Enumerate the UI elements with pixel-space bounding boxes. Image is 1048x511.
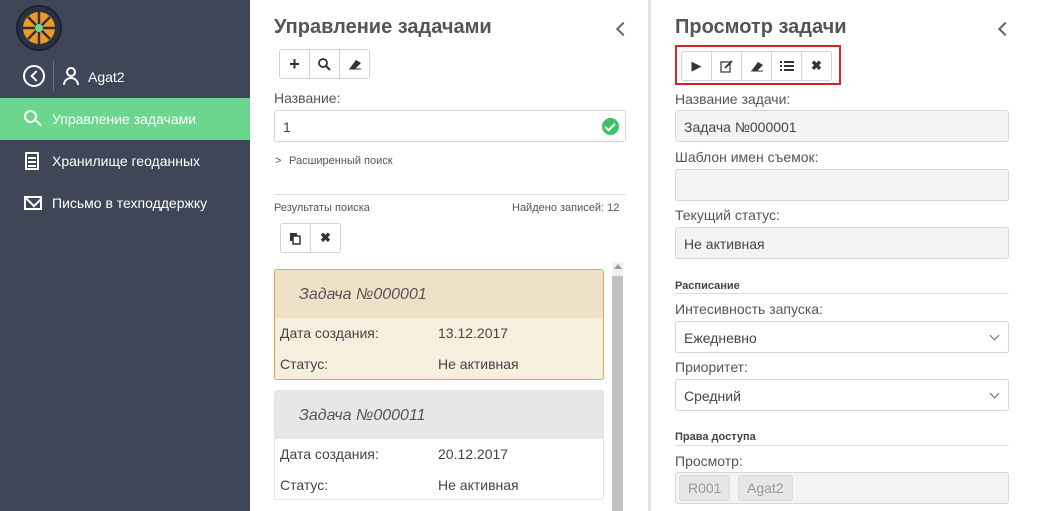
scroll-up-icon[interactable] — [614, 264, 622, 269]
intensity-label: Интесивность запуска: — [675, 301, 823, 317]
sidebar-item-label: Управление задачами — [52, 111, 197, 127]
task-card-title: Задача №000001 — [275, 270, 603, 318]
view-label: Просмотр: — [675, 453, 743, 469]
delete-button[interactable]: ✖ — [310, 223, 341, 253]
eraser-icon — [348, 60, 361, 70]
scrollbar-thumb[interactable] — [612, 276, 623, 511]
close-icon: ✖ — [320, 230, 331, 245]
copy-button[interactable] — [280, 223, 311, 253]
status-label: Статус: — [280, 356, 329, 372]
search-icon — [318, 57, 331, 71]
chevron-right-icon: > — [275, 155, 282, 167]
status-field[interactable]: Не активная — [675, 227, 1009, 259]
template-field[interactable] — [675, 169, 1009, 201]
plus-icon: + — [289, 53, 300, 74]
results-toolbar: ✖ — [280, 223, 341, 253]
sidebar-item-geodata-storage[interactable]: Хранилище геоданных — [0, 140, 250, 182]
status-label: Текущий статус: — [675, 207, 780, 223]
task-card[interactable]: Задача №000001 Дата создания: 13.12.2017… — [274, 269, 604, 380]
status-label: Статус: — [280, 477, 329, 493]
search-button[interactable] — [309, 49, 340, 79]
card-row: Статус: Не активная — [275, 470, 603, 499]
divider — [675, 293, 1009, 294]
toolbar: + — [279, 49, 370, 79]
priority-value: Средний — [684, 388, 741, 404]
panel-title: Просмотр задачи — [675, 16, 847, 38]
priority-label: Приоритет: — [675, 359, 748, 375]
task-name-value: Задача №000001 — [684, 119, 797, 135]
task-card-title: Задача №000011 — [275, 391, 603, 439]
task-card[interactable]: Задача №000011 Дата создания: 20.12.2017… — [274, 390, 604, 500]
intensity-select[interactable]: Ежедневно — [675, 321, 1009, 353]
template-label: Шаблон имен съемок: — [675, 149, 819, 165]
back-arrow-icon[interactable] — [23, 65, 45, 87]
access-section-title: Права доступа — [675, 431, 756, 443]
access-tag[interactable]: R001 — [679, 475, 731, 501]
add-button[interactable]: + — [279, 49, 310, 79]
card-row: Дата создания: 13.12.2017 — [275, 318, 603, 349]
sidebar-item-support-mail[interactable]: Письмо в техподдержку — [0, 182, 250, 224]
sidebar-item-task-management[interactable]: Управление задачами — [0, 98, 250, 140]
app-logo[interactable] — [16, 5, 62, 51]
search-icon — [24, 110, 42, 128]
results-label: Результаты поиска — [274, 202, 370, 214]
status-value: Не активная — [438, 477, 519, 493]
copy-icon — [290, 232, 301, 245]
user-name[interactable]: Agat2 — [88, 69, 125, 85]
card-row: Дата создания: 20.12.2017 — [275, 439, 603, 470]
user-row: Agat2 — [0, 57, 250, 97]
user-icon — [63, 67, 79, 85]
page-title: Управление задачами — [274, 16, 492, 38]
date-label: Дата создания: — [280, 325, 379, 341]
sidebar-item-label: Хранилище геоданных — [52, 153, 201, 169]
chevron-down-icon — [989, 388, 1000, 399]
clear-button[interactable] — [339, 49, 370, 79]
database-icon — [25, 152, 39, 170]
intensity-value: Ежедневно — [684, 330, 757, 346]
priority-select[interactable]: Средний — [675, 379, 1009, 411]
chevron-down-icon — [989, 330, 1000, 341]
sidebar-item-label: Письмо в техподдержку — [52, 195, 208, 211]
toolbar-highlight — [675, 45, 841, 85]
access-tag[interactable]: Agat2 — [738, 475, 793, 501]
name-input-value: 1 — [283, 119, 291, 135]
task-name-field[interactable]: Задача №000001 — [675, 110, 1009, 142]
date-value: 13.12.2017 — [438, 325, 509, 341]
divider — [675, 445, 1009, 446]
check-icon — [602, 118, 619, 135]
schedule-section-title: Расписание — [675, 280, 740, 292]
divider — [53, 61, 54, 91]
divider — [274, 194, 626, 195]
date-value: 20.12.2017 — [438, 446, 509, 462]
status-value: Не активная — [684, 236, 765, 252]
status-value: Не активная — [438, 356, 519, 372]
found-count: Найдено записей: 12 — [512, 202, 620, 214]
card-row: Статус: Не активная — [275, 349, 603, 379]
name-input[interactable]: 1 — [274, 110, 626, 142]
advanced-search-link[interactable]: Расширенный поиск — [289, 155, 393, 167]
date-label: Дата создания: — [280, 446, 379, 462]
sidebar: Agat2 Управление задачами Хранилище геод… — [0, 0, 250, 511]
name-label: Название: — [274, 90, 341, 106]
mail-icon — [24, 196, 42, 210]
task-name-label: Название задачи: — [675, 91, 791, 107]
